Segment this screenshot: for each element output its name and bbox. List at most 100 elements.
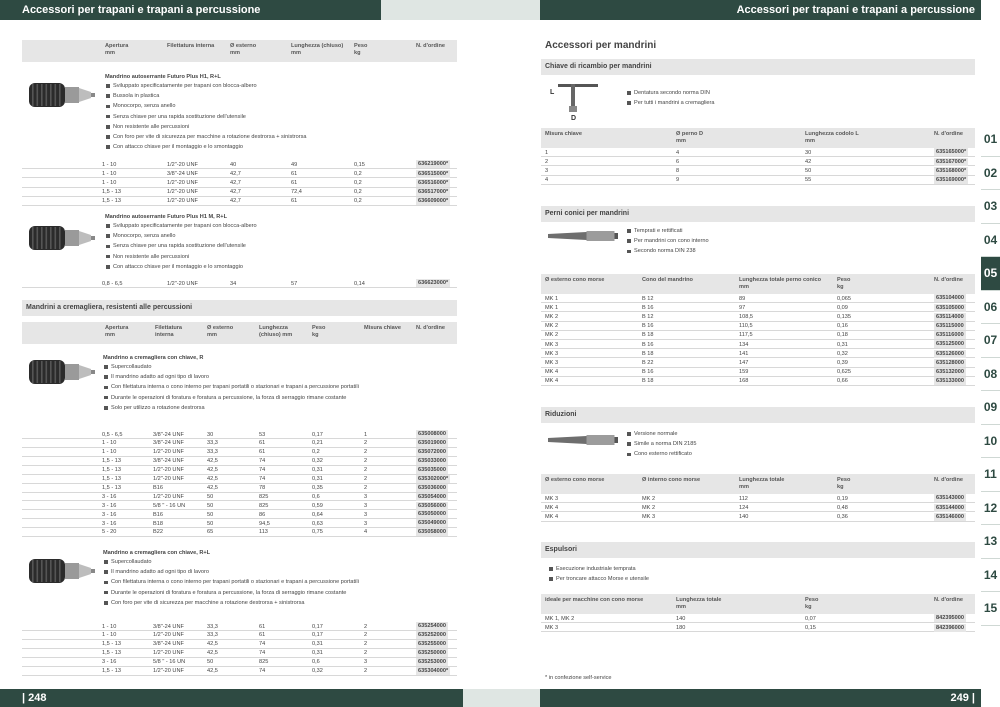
table-cell: 124 — [739, 504, 749, 511]
chapter-tab-06[interactable]: 06 — [981, 291, 1000, 324]
chuck-keyless-h1m-image — [29, 226, 95, 250]
key-label-d: D — [571, 115, 576, 120]
table-cell: 2 — [364, 467, 368, 474]
table-cell: 0,6 — [312, 659, 320, 666]
header-cell: Peso kg — [805, 597, 819, 610]
table-row: 1 - 10 1/2"-20 UNF 33,3 61 0,2 2 635072000 — [22, 448, 457, 457]
section-heading: Accessori per mandrini — [545, 40, 657, 51]
chapter-tab-07[interactable]: 07 — [981, 324, 1000, 358]
chapter-tab-04[interactable]: 04 — [981, 224, 1000, 257]
chapter-tab-02[interactable]: 02 — [981, 157, 1000, 190]
table-cell: MK 2 — [545, 323, 559, 330]
table-cell: 50 — [207, 493, 214, 500]
table-cell: 3 — [364, 502, 368, 509]
table-cell: 3/8"-24 UNF — [153, 431, 184, 438]
chapter-tab-01[interactable]: 01 — [981, 123, 1000, 157]
table-row: MK 3 B 16 134 0,31 635125000 — [541, 340, 975, 350]
chapter-tab-14[interactable]: 14 — [981, 559, 1000, 592]
table-cell: 3 - 16 — [102, 511, 117, 518]
table-cell: 74 — [259, 458, 266, 465]
table-row: 1,5 - 13 3/8"-24 UNF 42,5 74 0,32 2 635033000 — [22, 457, 457, 466]
table-cell: 50 — [207, 502, 214, 509]
table-cell: 42,5 — [207, 458, 218, 465]
table-cell: 0,2 — [312, 449, 320, 456]
table-row: MK 2 B 16 110,5 0,16 635115000 — [541, 321, 975, 331]
feature-bullet: Durante le operazioni di foratura e fora… — [103, 588, 457, 598]
table-cell: 1/2"-20 UNF — [153, 632, 184, 639]
product-futuro-plus-h1: Mandrino autoserrante Futuro Plus H1, R+… — [105, 74, 457, 152]
header-cell: Misura chiave — [364, 325, 401, 331]
chapter-tab-10[interactable]: 10 — [981, 425, 1000, 458]
table-cell: 117,5 — [739, 332, 753, 339]
chapter-tab-15[interactable]: 15 — [981, 592, 1000, 626]
table-cell: B16 — [153, 484, 163, 491]
order-number: 636516000* — [416, 178, 451, 187]
chapter-tab-13[interactable]: 13 — [981, 525, 1000, 559]
table-header: Ø esterno cono morse Ø interno cono morse… — [541, 474, 975, 494]
chuck-keyless-h1-image — [29, 83, 95, 107]
table-cell: 108,5 — [739, 313, 753, 320]
chapter-tab-09[interactable]: 09 — [981, 391, 1000, 425]
feature-bullet: Supercollaudato — [103, 362, 457, 372]
table-cell: MK 2 — [642, 504, 656, 511]
chapter-tab-03[interactable]: 03 — [981, 190, 1000, 224]
table-cell: 1 — [364, 431, 368, 438]
table-cell: B 16 — [642, 369, 654, 376]
table-cell: B16 — [153, 511, 163, 518]
header-cell: Ø esterno cono morse — [545, 477, 605, 483]
order-number: 635167000* — [934, 157, 969, 166]
table-cell: MK 3 — [545, 341, 559, 348]
section-title: Espulsori — [541, 542, 975, 558]
table-cell: 0,17 — [312, 431, 323, 438]
order-number: 635168000* — [934, 166, 969, 175]
table-cell: 3/8"-24 UNF — [167, 170, 198, 177]
chapter-tabs: 01 02 03 04 05 06 07 08 09 10 11 12 13 14 15 — [981, 123, 1000, 626]
product-perni: Temprati e rettificati Per mandrini con c… — [626, 226, 966, 257]
table-cell: 74 — [259, 668, 266, 675]
table-cell: 30 — [207, 431, 214, 438]
chapter-tab-08[interactable]: 08 — [981, 358, 1000, 391]
table-cell: 180 — [676, 624, 686, 631]
header-cell: Lunghezza (chiuso) mm — [291, 43, 344, 56]
table-row: 3 - 16 1/2"-20 UNF 50 825 0,6 3 635054000 — [22, 492, 457, 502]
table-cell: MK 4 — [545, 513, 559, 520]
table-cell: 1,5 - 13 — [102, 458, 121, 465]
table-cell: 0,2 — [354, 179, 362, 186]
chapter-tab-12[interactable]: 12 — [981, 492, 1000, 525]
feature-bullet: Versione normale — [626, 429, 966, 439]
table-cell: 74 — [259, 476, 266, 483]
header-cell: Lunghezza codolo Lmm — [805, 131, 859, 144]
header-cell: Lunghezza totale mm — [739, 477, 785, 490]
table-cell: 33,3 — [207, 449, 218, 456]
table-cell: MK 1 — [545, 304, 559, 311]
table-cell: 61 — [259, 623, 266, 630]
feature-bullet: Non resistente alle percussioni — [105, 122, 457, 132]
chapter-tab-05[interactable]: 05 — [981, 257, 1000, 291]
table-cell: 33,3 — [207, 440, 218, 447]
table-cell: 94,5 — [259, 520, 270, 527]
table-cell: 2 — [545, 158, 549, 165]
table-cell: B 12 — [642, 295, 654, 302]
table-row: MK 1, MK 2 140 0,07 842395000 — [541, 614, 975, 624]
table-cell: 0,31 — [312, 641, 323, 648]
table-cell: B 22 — [642, 359, 654, 366]
table-cell: 0,31 — [312, 476, 323, 483]
table-cell: 9 — [676, 177, 680, 184]
table-cell: 2 — [364, 458, 368, 465]
table-cell: 42,5 — [207, 650, 218, 657]
table-cell: 1 - 10 — [102, 161, 117, 168]
chapter-tab-11[interactable]: 11 — [981, 458, 1000, 492]
feature-bullet: Sviluppato specificatamente per trapani … — [105, 221, 457, 231]
table-row: 1,5 - 13 1/2"-20 UNF 42,7 72,4 0,2 636517000* — [22, 187, 457, 197]
table-cell: 4 — [545, 177, 549, 184]
feature-bullet: Temprati e rettificati — [626, 226, 966, 236]
table-cell: 141 — [739, 350, 749, 357]
order-number: 635104000 — [934, 294, 966, 303]
header-cell: Filettatura interna — [167, 43, 215, 49]
header-cell: Ø esterno cono morse — [545, 277, 605, 283]
table-header: Ø esterno cono morse Cono del mandrino Lun… — [541, 274, 975, 294]
feature-bullet: Simile a norma DIN 2185 — [626, 439, 966, 449]
feature-bullet: Bussola in plastica — [105, 91, 457, 101]
section-title: Chiave di ricambio per mandrini — [541, 59, 975, 75]
table-cell: 1 - 10 — [102, 179, 117, 186]
